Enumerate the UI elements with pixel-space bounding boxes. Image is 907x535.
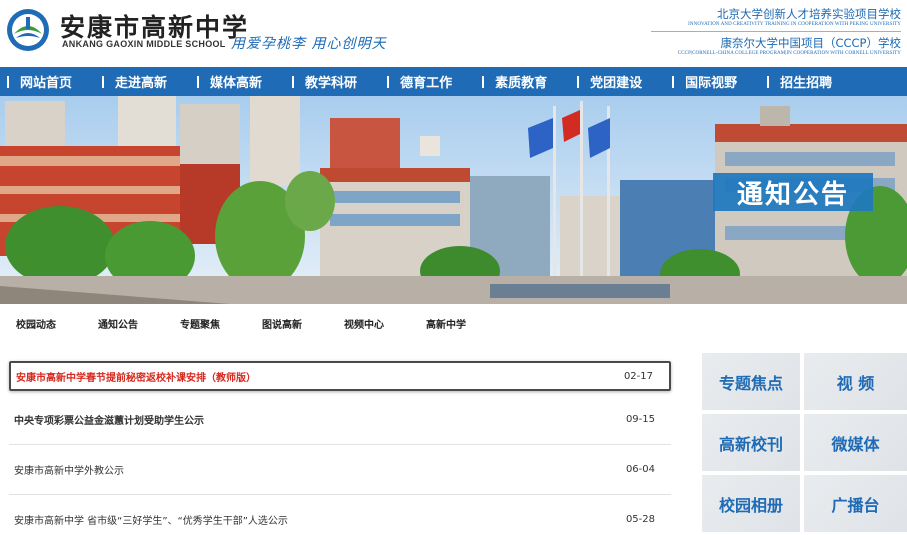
nav-item-label: 网站首页 [20,76,73,91]
main-nav: 网站首页 走进高新 媒体高新 教学科研 德育工作 素质教育 党团建设 国际视野 … [0,67,907,96]
nav-separator [102,75,105,88]
partner-cornell-cn: 康奈尔大学中国项目（CCCP）学校 [720,36,901,50]
list-item[interactable]: 安康市高新中学外教公示 06-04 [9,445,671,495]
partner-cornell-en: CCCP|CORNELL-CHINA COLLEGE PROGRAM|IN CO… [677,51,901,56]
nav-item-label: 素质教育 [495,76,548,91]
nav-separator [292,75,295,88]
notice-date: 06-04 [625,464,655,475]
nav-separator [577,75,580,88]
nav-item-quality[interactable]: 素质教育 [482,67,577,96]
nav-item-label: 国际视野 [685,76,738,91]
school-slogan: 用爱孕桃李 用心创明天 [231,36,387,52]
nav-separator [7,75,9,88]
subnav-item-photos[interactable]: 图说高新 [262,316,302,331]
nav-item-media[interactable]: 媒体高新 [197,67,292,96]
nav-item-admission[interactable]: 招生招聘 [767,67,862,96]
campus-banner: 通知公告 [0,96,907,304]
nav-item-label: 招生招聘 [780,76,833,91]
subnav-item-gaoxin[interactable]: 高新中学 [426,316,466,331]
nav-item-label: 教学科研 [305,76,358,91]
list-item[interactable]: 安康市高新中学 省市级“三好学生”、“优秀学生干部”人选公示 05-28 [9,495,671,535]
banner-section-title: 通知公告 [713,173,873,211]
nav-separator [387,75,390,88]
nav-item-label: 媒体高新 [210,76,263,91]
nav-item-label: 党团建设 [590,76,643,91]
list-item[interactable]: 安康市高新中学春节提前秘密返校补课安排（教师版） 02-17 [9,361,671,391]
notice-title[interactable]: 安康市高新中学 省市级“三好学生”、“优秀学生干部”人选公示 [14,512,626,527]
nav-item-label: 德育工作 [400,76,453,91]
subnav-item-videos[interactable]: 视频中心 [344,316,384,331]
nav-item-moral[interactable]: 德育工作 [387,67,482,96]
school-name-en: ANKANG GAOXIN MIDDLE SCHOOL [62,39,226,49]
subnav-item-notices[interactable]: 通知公告 [98,316,138,331]
quick-link-tiles: 专题焦点 视 频 高新校刊 微媒体 校园相册 广播台 [702,353,907,532]
list-item[interactable]: 中央专项彩票公益金滋蕙计划受助学生公示 09-15 [9,395,671,445]
partner-peking-en: INNOVATION AND CREATIVITY TRAINING IN CO… [688,22,901,27]
notice-title[interactable]: 安康市高新中学春节提前秘密返校补课安排（教师版） [16,369,624,384]
notice-date: 05-28 [625,514,655,525]
nav-separator [672,75,675,88]
partner-peking: 北京大学创新人才培养实验项目学校 INNOVATION AND CREATIVI… [688,6,901,28]
tile-campus-album[interactable]: 校园相册 [702,475,800,532]
nav-item-home[interactable]: 网站首页 [0,67,102,96]
notice-date: 09-15 [625,414,655,425]
subnav-item-campus-news[interactable]: 校园动态 [16,316,56,331]
nav-separator [767,75,770,88]
notice-date: 02-17 [623,370,653,382]
nav-item-about[interactable]: 走进高新 [102,67,197,96]
nav-item-label: 走进高新 [115,76,168,91]
school-logo-icon[interactable] [6,8,50,52]
nav-separator [482,75,485,88]
notice-title[interactable]: 中央专项彩票公益金滋蕙计划受助学生公示 [14,412,626,427]
partner-cornell: 康奈尔大学中国项目（CCCP）学校 CCCP|CORNELL-CHINA COL… [678,35,901,57]
tile-topic-focus[interactable]: 专题焦点 [702,353,800,410]
section-subnav: 校园动态 通知公告 专题聚焦 图说高新 视频中心 高新中学 [0,304,907,342]
nav-item-international[interactable]: 国际视野 [672,67,767,96]
tile-video[interactable]: 视 频 [804,353,907,410]
nav-separator [197,75,200,88]
subnav-item-topics[interactable]: 专题聚焦 [180,316,220,331]
nav-item-party[interactable]: 党团建设 [577,67,672,96]
site-header: 安康市高新中学 ANKANG GAOXIN MIDDLE SCHOOL 用爱孕桃… [0,0,907,67]
nav-item-teaching[interactable]: 教学科研 [292,67,387,96]
notice-list: 安康市高新中学春节提前秘密返校补课安排（教师版） 02-17 中央专项彩票公益金… [9,361,671,535]
tile-school-journal[interactable]: 高新校刊 [702,414,800,471]
tile-micro-media[interactable]: 微媒体 [804,414,907,471]
partner-divider [651,31,901,32]
partner-peking-cn: 北京大学创新人才培养实验项目学校 [717,7,901,21]
tile-radio[interactable]: 广播台 [804,475,907,532]
notice-title[interactable]: 安康市高新中学外教公示 [14,462,626,477]
